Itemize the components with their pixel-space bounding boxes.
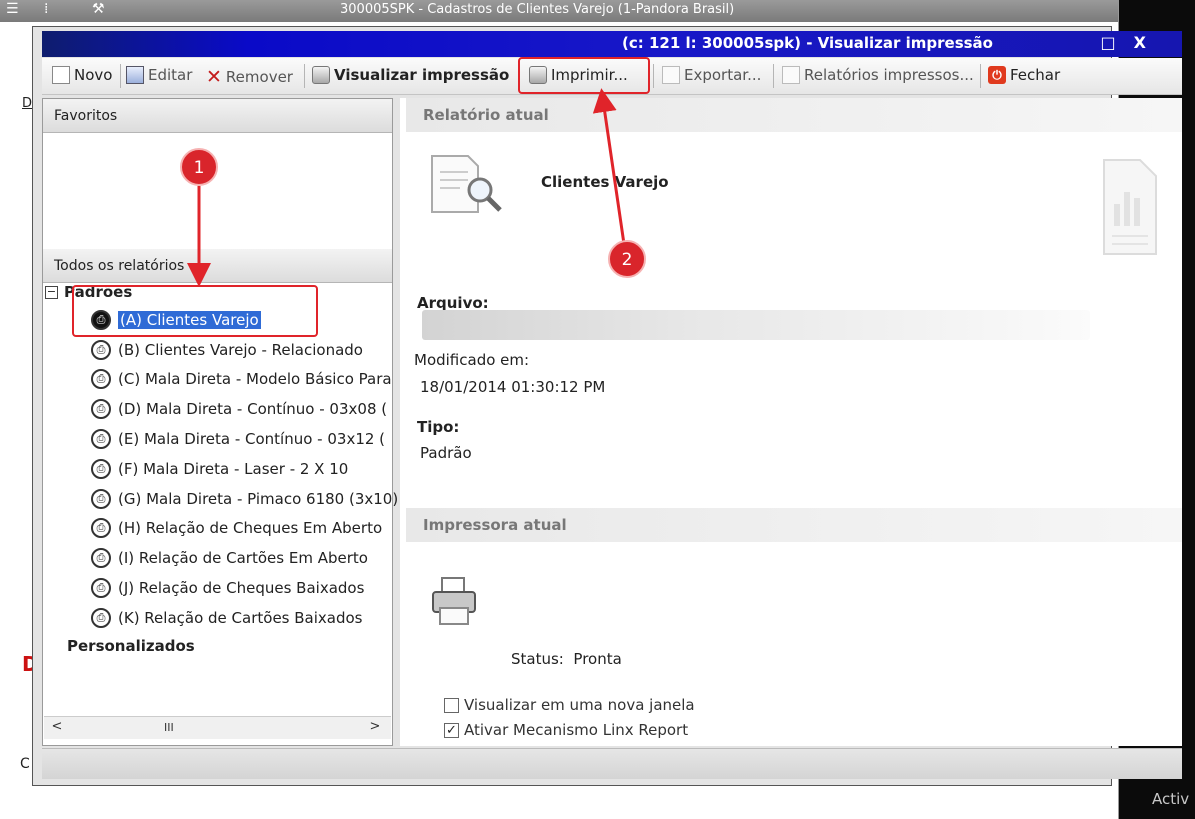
step-marker-2: 2 bbox=[608, 240, 646, 278]
step-marker-1: 1 bbox=[180, 148, 218, 186]
arrow-to-imprimir bbox=[592, 88, 626, 245]
annotation-arrows bbox=[187, 88, 626, 287]
